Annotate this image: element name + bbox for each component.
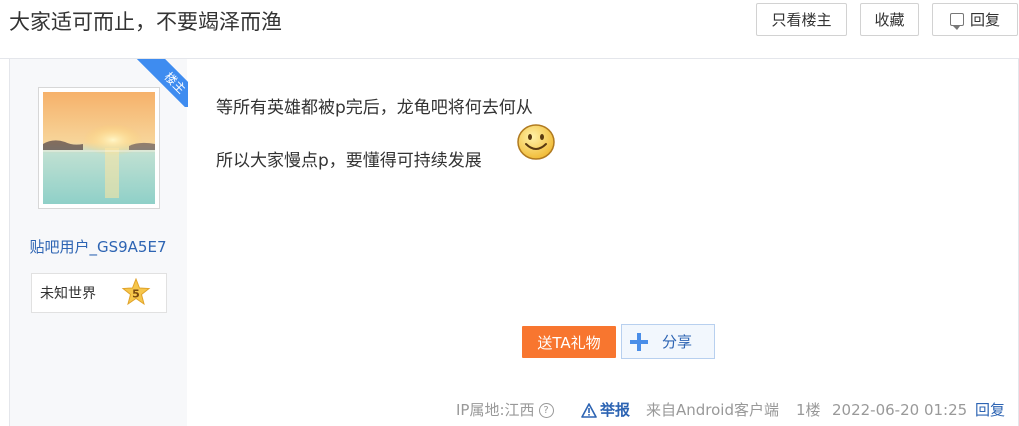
report-link[interactable]: 举报 [581,400,630,420]
reply-button-label: 回复 [969,11,1000,29]
client-source: 来自Android客户端 [646,401,779,419]
ip-location-text: IP属地:江西 [456,401,535,419]
question-mark-icon[interactable]: ? [538,402,554,418]
floor-number: 1楼 [796,401,821,419]
report-label: 举报 [600,401,631,419]
ip-location: IP属地:江西 ? [456,400,554,420]
level-name: 未知世界 [40,286,96,302]
smiley-face-icon [517,124,555,160]
send-gift-button[interactable]: 送TA礼物 [522,326,616,358]
avatar[interactable] [38,87,160,209]
collect-button[interactable]: 收藏 [860,3,919,36]
level-badge[interactable]: 未知世界 5 [31,273,167,313]
share-button[interactable]: 分享 [621,324,715,359]
reply-link[interactable]: 回复 [975,400,1005,420]
author-username[interactable]: 贴吧用户_GS9A5E7 [9,236,187,257]
reply-button[interactable]: 回复 [932,3,1018,36]
share-button-label: 分享 [662,333,693,351]
level-star-icon: 5 [121,278,151,306]
post-text-line: 等所有英雄都被p完后，龙龟吧将何去何从 [216,98,533,118]
avatar-image [43,92,155,204]
comment-icon [949,13,964,30]
post-timestamp: 2022-06-20 01:25 [832,401,968,419]
only-lz-button[interactable]: 只看楼主 [756,3,847,36]
level-number: 5 [132,288,140,301]
thread-title: 大家适可而止，不要竭泽而渔 [9,10,282,34]
post-text-line: 所以大家慢点p，要懂得可持续发展 [216,151,482,171]
plus-icon [630,332,648,351]
warning-icon [581,402,597,418]
